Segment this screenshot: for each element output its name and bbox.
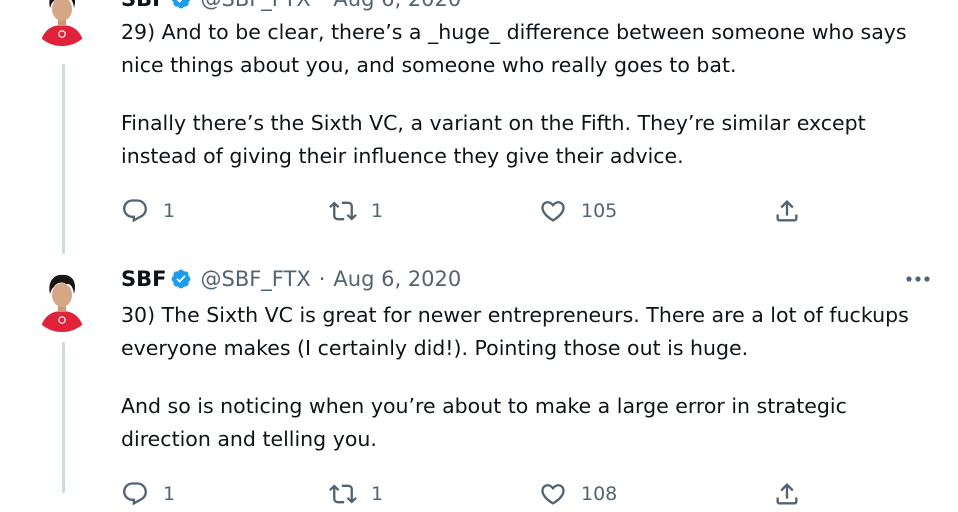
reply-icon bbox=[123, 199, 147, 223]
verified-badge-icon bbox=[172, 269, 191, 289]
retweet-count: 1 bbox=[371, 483, 384, 505]
retweet-button[interactable]: 1 bbox=[329, 193, 383, 229]
tweet-header: SBF @SBF_FTX · Aug 6, 2020 bbox=[121, 264, 941, 294]
thread-line-bottom bbox=[62, 342, 65, 493]
retweet-icon bbox=[329, 484, 357, 504]
tweet-paragraph: 30) The Sixth VC is great for newer entr… bbox=[121, 303, 909, 360]
tweet-text: 30) The Sixth VC is great for newer entr… bbox=[121, 299, 941, 456]
avatar[interactable] bbox=[30, 0, 94, 46]
tweet-paragraph: Finally there’s the Sixth VC, a variant … bbox=[121, 111, 866, 168]
like-icon bbox=[541, 484, 565, 505]
tweet-date[interactable]: Aug 6, 2020 bbox=[333, 0, 461, 11]
thread-line-top bbox=[62, 64, 65, 254]
share-button[interactable] bbox=[773, 476, 801, 512]
author-handle[interactable]: @SBF_FTX bbox=[200, 267, 310, 291]
avatar-image bbox=[30, 0, 94, 46]
like-icon bbox=[541, 201, 565, 222]
tweet-text: 29) And to be clear, there’s a _huge_ di… bbox=[121, 16, 941, 173]
separator-dot: · bbox=[318, 267, 326, 291]
tweet-actions: 1 1 108 bbox=[121, 476, 811, 512]
tweet-1[interactable]: SBF @SBF_FTX · Aug 6, 2020 29) And to be… bbox=[121, 0, 941, 173]
watermark: IOSG bbox=[834, 465, 930, 491]
reply-count: 1 bbox=[163, 200, 176, 222]
watermark-text: IOSG bbox=[873, 466, 930, 490]
more-icon[interactable] bbox=[901, 264, 935, 294]
avatar-image bbox=[30, 268, 94, 332]
verified-badge-icon bbox=[172, 0, 191, 9]
avatar[interactable] bbox=[30, 268, 94, 332]
share-icon bbox=[776, 483, 798, 505]
tweet-date[interactable]: Aug 6, 2020 bbox=[333, 267, 461, 291]
author-name[interactable]: SBF bbox=[121, 267, 166, 291]
share-icon bbox=[776, 200, 798, 222]
like-count: 108 bbox=[581, 483, 618, 505]
tweet-header: SBF @SBF_FTX · Aug 6, 2020 bbox=[121, 0, 941, 14]
tweet-paragraph: 29) And to be clear, there’s a _huge_ di… bbox=[121, 20, 907, 77]
author-handle[interactable]: @SBF_FTX bbox=[200, 0, 310, 11]
separator-dot: · bbox=[319, 0, 326, 11]
retweet-button[interactable]: 1 bbox=[329, 476, 383, 512]
reply-button[interactable]: 1 bbox=[121, 476, 175, 512]
like-count: 105 bbox=[581, 200, 618, 222]
like-button[interactable]: 105 bbox=[539, 193, 617, 229]
reply-count: 1 bbox=[163, 483, 176, 505]
tweet-2[interactable]: SBF @SBF_FTX · Aug 6, 2020 30) The Sixth… bbox=[121, 264, 941, 456]
author-name[interactable]: SBF bbox=[121, 0, 166, 11]
tweet-actions: 1 1 105 bbox=[121, 193, 811, 229]
wechat-icon bbox=[834, 465, 866, 489]
share-button[interactable] bbox=[773, 193, 801, 229]
retweet-count: 1 bbox=[371, 200, 384, 222]
tweet-paragraph: And so is noticing when you’re about to … bbox=[121, 394, 847, 451]
like-button[interactable]: 108 bbox=[539, 476, 617, 512]
reply-button[interactable]: 1 bbox=[121, 193, 175, 229]
reply-icon bbox=[123, 482, 147, 506]
retweet-icon bbox=[329, 201, 357, 221]
